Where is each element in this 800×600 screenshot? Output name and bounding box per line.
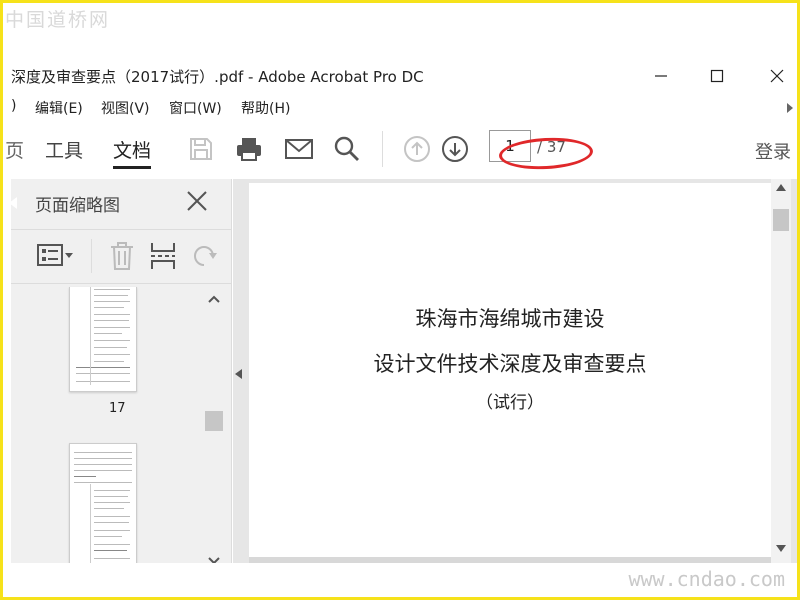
thumbnail-scrollbar[interactable] [205, 289, 223, 565]
watermark-bottom: www.cndao.com [628, 567, 785, 591]
login-button[interactable]: 登录 [755, 138, 791, 164]
page-extract-icon [151, 243, 175, 269]
search-button[interactable] [331, 133, 363, 165]
thumbnail-page-17[interactable] [69, 287, 137, 392]
minimize-button[interactable] [639, 63, 683, 89]
document-scrollbar[interactable] [771, 179, 791, 563]
scroll-thumb[interactable] [205, 411, 223, 431]
watermark-top: 中国道桥网 [5, 9, 111, 31]
maximize-button[interactable] [695, 63, 739, 89]
rotate-icon [194, 246, 217, 266]
email-button[interactable] [283, 133, 315, 165]
title-bar: 深度及审查要点（2017试行）.pdf - Adobe Acrobat Pro … [3, 63, 797, 91]
scroll-up-icon[interactable] [776, 184, 786, 191]
close-window-button[interactable] [755, 63, 797, 89]
tool-separator [91, 239, 92, 273]
next-page-button[interactable] [439, 133, 471, 165]
screenshot-frame: 中国道桥网 深度及审查要点（2017试行）.pdf - Adobe Acroba… [0, 0, 800, 600]
tab-document[interactable]: 文档 [113, 136, 152, 169]
menu-item-window[interactable]: 窗口(W) [169, 98, 222, 118]
email-icon [285, 139, 313, 159]
save-button[interactable] [185, 133, 217, 165]
minimize-icon [655, 75, 667, 77]
menu-item-partial[interactable]: ) [11, 98, 16, 114]
extract-page-button[interactable] [149, 241, 177, 275]
rotate-page-button[interactable] [191, 243, 219, 273]
scroll-thumb[interactable] [773, 209, 789, 231]
thumbnail-page-number: 17 [109, 401, 126, 416]
document-title-line1: 珠海市海绵城市建设 [415, 307, 605, 331]
print-button[interactable] [233, 133, 265, 165]
search-icon [334, 136, 359, 161]
thumbnail-page-18[interactable] [69, 443, 137, 575]
document-title-line3: （试行） [476, 393, 544, 413]
panel-pointer-icon [9, 197, 17, 209]
menu-item-help[interactable]: 帮助(H) [241, 98, 290, 118]
save-icon [190, 138, 212, 160]
trash-icon [111, 242, 133, 270]
main-toolbar: 页 工具 文档 1 / 37 登录 [5, 121, 797, 177]
scroll-down-icon[interactable] [776, 545, 786, 552]
close-icon [187, 191, 207, 211]
page-down-icon [442, 136, 468, 162]
collapse-panel-icon[interactable] [235, 369, 242, 379]
menu-item-view[interactable]: 视图(V) [101, 98, 150, 118]
menu-bar: ) 编辑(E) 视图(V) 窗口(W) 帮助(H) [3, 95, 797, 119]
list-options-icon [37, 244, 73, 266]
page-up-icon [404, 136, 430, 162]
close-panel-button[interactable] [185, 189, 209, 217]
thumbnail-options-button[interactable] [37, 243, 75, 273]
print-icon [237, 138, 261, 161]
page-thumbnails-panel: 页面缩略图 17 [9, 179, 232, 575]
menu-item-edit[interactable]: 编辑(E) [35, 98, 83, 118]
document-view: 珠海市海绵城市建设 设计文件技术深度及审查要点 （试行） [233, 179, 797, 563]
document-page: 珠海市海绵城市建设 设计文件技术深度及审查要点 （试行） [249, 183, 771, 557]
tab-home-partial[interactable]: 页 [5, 136, 24, 163]
close-icon [770, 69, 784, 83]
delete-page-button[interactable] [109, 241, 135, 275]
document-title-line2: 设计文件技术深度及审查要点 [373, 352, 647, 376]
tab-tools[interactable]: 工具 [45, 136, 83, 163]
panel-divider [11, 283, 231, 284]
panel-title: 页面缩略图 [35, 196, 120, 216]
thumbnail-toolbar [11, 231, 231, 283]
window-title: 深度及审查要点（2017试行）.pdf - Adobe Acrobat Pro … [11, 68, 424, 86]
menu-overflow-icon[interactable] [787, 103, 795, 113]
panel-divider [11, 229, 231, 230]
toolbar-separator [382, 131, 383, 167]
maximize-icon [710, 69, 724, 83]
scroll-up-icon[interactable] [208, 295, 220, 303]
previous-page-button[interactable] [401, 133, 433, 165]
